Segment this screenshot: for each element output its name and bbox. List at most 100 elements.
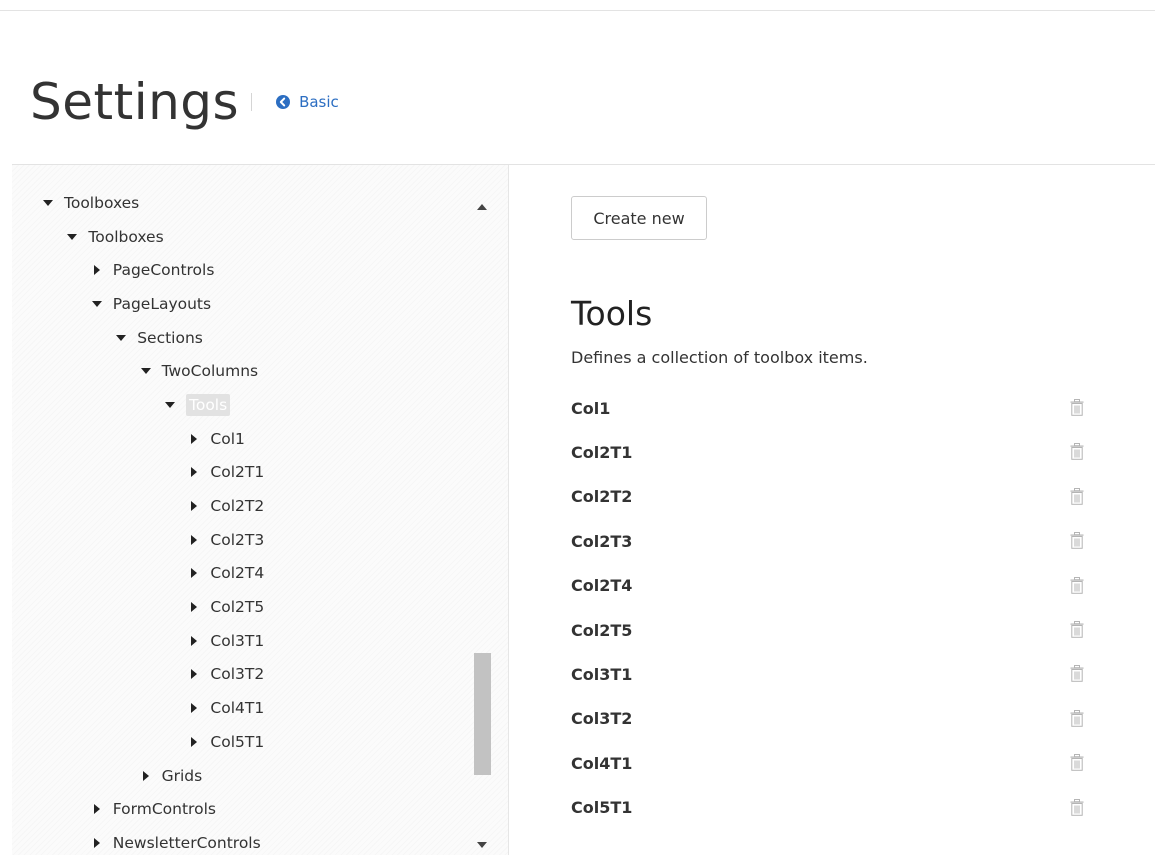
settings-tree-panel: Toolboxes Toolboxes PageControls PageLayout… [12, 165, 509, 855]
tree-node-label[interactable]: NewsletterControls [113, 834, 261, 852]
tree-node-label[interactable]: PageLayouts [113, 295, 211, 313]
trash-icon[interactable] [1070, 399, 1084, 416]
tree-node-label[interactable]: Col3T1 [210, 632, 264, 650]
caret-down-icon[interactable] [162, 397, 178, 413]
basic-mode-link[interactable]: Basic [276, 93, 339, 111]
tree-node[interactable]: TwoColumns [12, 354, 472, 388]
caret-down-icon[interactable] [40, 195, 56, 211]
tree-node[interactable]: Grids [12, 759, 472, 793]
tool-name[interactable]: Col5T1 [571, 798, 632, 817]
create-new-button[interactable]: Create new [571, 196, 707, 240]
tool-name[interactable]: Col3T2 [571, 709, 632, 728]
tool-name[interactable]: Col2T1 [571, 443, 632, 462]
caret-right-icon[interactable] [186, 431, 202, 447]
settings-tree: Toolboxes Toolboxes PageControls PageLayout… [12, 186, 472, 855]
caret-right-icon[interactable] [186, 532, 202, 548]
trash-icon[interactable] [1070, 665, 1084, 683]
caret-right-icon[interactable] [186, 734, 202, 750]
tree-node-label[interactable]: Toolboxes [88, 228, 163, 246]
tree-node-label[interactable]: Col5T1 [210, 733, 264, 751]
tree-node-label[interactable]: Sections [137, 329, 203, 347]
caret-right-icon[interactable] [186, 633, 202, 649]
caret-down-icon[interactable] [113, 330, 129, 346]
trash-icon[interactable] [1070, 709, 1084, 727]
caret-right-icon[interactable] [186, 666, 202, 682]
tool-row: Col2T1 [571, 430, 1091, 474]
trash-icon[interactable] [1070, 532, 1084, 549]
trash-icon[interactable] [1070, 620, 1084, 638]
tool-row: Col2T3 [571, 519, 1091, 563]
tree-node-label[interactable]: Grids [162, 767, 203, 785]
scroll-down-arrow-icon[interactable] [477, 841, 487, 849]
trash-icon[interactable] [1070, 798, 1084, 816]
tool-name[interactable]: Col1 [571, 399, 610, 418]
tree-node-label[interactable]: Col4T1 [210, 699, 264, 717]
tree-node-label[interactable]: TwoColumns [162, 362, 259, 380]
tool-name[interactable]: Col4T1 [571, 754, 632, 773]
tree-node[interactable]: Col3T2 [12, 658, 472, 692]
tool-name[interactable]: Col2T2 [571, 487, 632, 506]
tree-node[interactable]: Col5T1 [12, 725, 472, 759]
page-title: Settings [30, 73, 240, 131]
basic-link-label: Basic [299, 93, 339, 111]
tree-node-label[interactable]: Col3T2 [210, 665, 264, 683]
tree-node-label[interactable]: Col1 [210, 430, 244, 448]
caret-right-icon[interactable] [89, 801, 105, 817]
tool-row: Col2T2 [571, 475, 1091, 519]
caret-right-icon[interactable] [89, 262, 105, 278]
tool-row: Col3T2 [571, 697, 1091, 741]
tree-node[interactable]: Col3T1 [12, 624, 472, 658]
circle-arrow-left-icon [276, 95, 291, 109]
caret-right-icon[interactable] [186, 464, 202, 480]
trash-icon[interactable] [1070, 754, 1084, 771]
tree-node[interactable]: Col2T2 [12, 489, 472, 523]
tree-node-label[interactable]: PageControls [113, 261, 215, 279]
tool-row: Col2T4 [571, 564, 1091, 608]
tree-node-label[interactable]: Col2T3 [210, 531, 264, 549]
trash-icon[interactable] [1070, 576, 1084, 594]
tree-node-label[interactable]: FormControls [113, 800, 216, 818]
tree-node[interactable]: Toolboxes [12, 220, 472, 254]
scroll-up-arrow-icon[interactable] [477, 203, 487, 211]
tree-node[interactable]: Col2T3 [12, 523, 472, 557]
tree-node[interactable]: Tools [12, 388, 472, 422]
caret-right-icon[interactable] [138, 768, 154, 784]
tool-name[interactable]: Col2T3 [571, 532, 632, 551]
tree-node[interactable]: PageLayouts [12, 287, 472, 321]
tree-node[interactable]: Col1 [12, 422, 472, 456]
tree-node[interactable]: Col2T4 [12, 557, 472, 591]
header-separator [251, 93, 253, 111]
trash-icon[interactable] [1070, 487, 1084, 505]
section-description: Defines a collection of toolbox items. [571, 348, 868, 367]
tree-node[interactable]: Col2T1 [12, 456, 472, 490]
tree-node-label[interactable]: Toolboxes [64, 194, 139, 212]
scrollbar-thumb[interactable] [474, 653, 491, 775]
tool-name[interactable]: Col2T4 [571, 576, 632, 595]
caret-right-icon[interactable] [186, 498, 202, 514]
caret-right-icon[interactable] [186, 599, 202, 615]
tree-node[interactable]: NewsletterControls [12, 826, 472, 855]
caret-right-icon[interactable] [186, 700, 202, 716]
caret-right-icon[interactable] [89, 835, 105, 851]
caret-down-icon[interactable] [89, 296, 105, 312]
tool-row: Col1 [571, 386, 1091, 430]
tree-node[interactable]: Toolboxes [12, 186, 472, 220]
tree-node-label[interactable]: Col2T4 [210, 564, 264, 582]
tree-node[interactable]: Col4T1 [12, 691, 472, 725]
tree-node[interactable]: FormControls [12, 792, 472, 826]
tree-node-label[interactable]: Col2T2 [210, 497, 264, 515]
tool-name[interactable]: Col3T1 [571, 665, 632, 684]
tree-node-label[interactable]: Col2T1 [210, 463, 264, 481]
caret-down-icon[interactable] [64, 229, 80, 245]
page-header: Settings Basic [30, 70, 339, 134]
caret-right-icon[interactable] [186, 565, 202, 581]
caret-down-icon[interactable] [138, 363, 154, 379]
tool-name[interactable]: Col2T5 [571, 621, 632, 640]
tree-node[interactable]: Sections [12, 321, 472, 355]
trash-icon[interactable] [1070, 443, 1084, 461]
tree-node-label[interactable]: Col2T5 [210, 598, 264, 616]
tree-node-label[interactable]: Tools [186, 393, 231, 416]
tree-node[interactable]: Col2T5 [12, 590, 472, 624]
tree-scrollbar[interactable] [472, 193, 492, 855]
tree-node[interactable]: PageControls [12, 253, 472, 287]
